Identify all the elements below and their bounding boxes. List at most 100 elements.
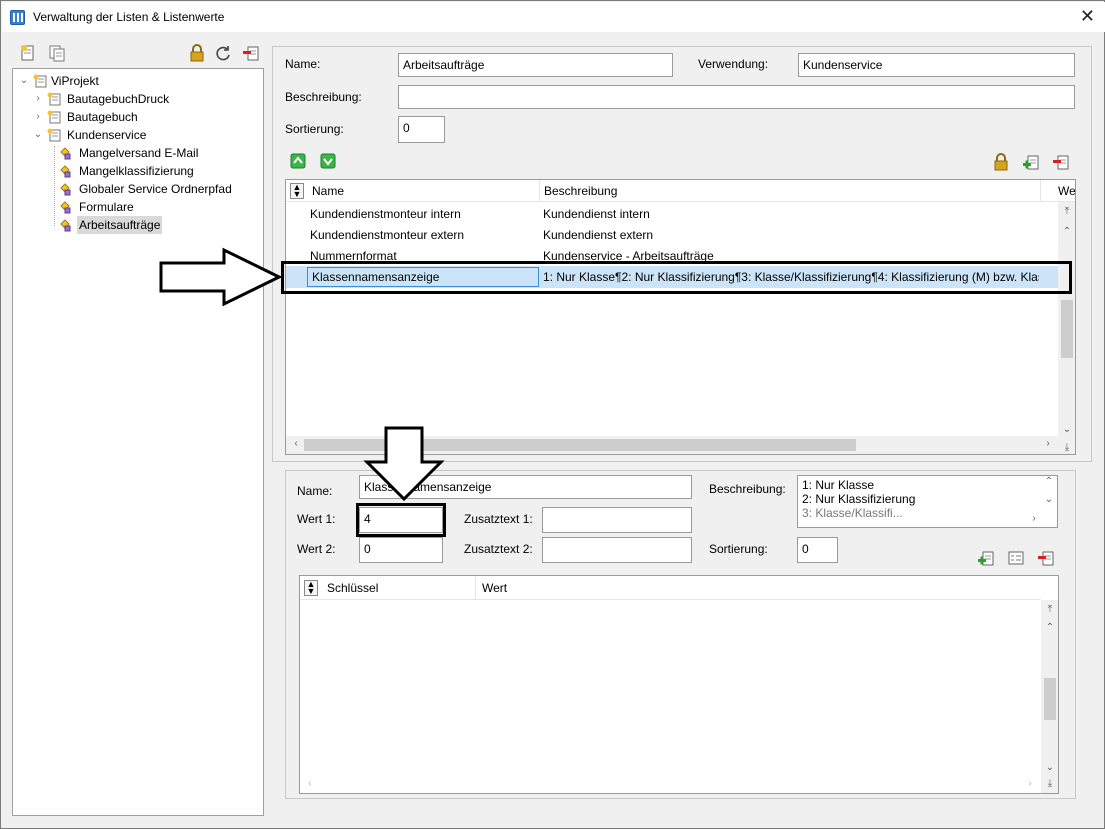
remove-value-icon[interactable]: [1052, 153, 1070, 171]
desc-line: 2: Nur Klassifizierung: [802, 492, 916, 506]
tree-leaf[interactable]: Mangelversand E-Mail: [59, 144, 259, 162]
tree-leaf-label: Formulare: [79, 200, 134, 214]
lock-icon[interactable]: [188, 44, 206, 62]
lock-icon[interactable]: [992, 153, 1010, 171]
tree-leaf-label: Mangelversand E-Mail: [79, 146, 199, 160]
values-grid-vscrollbar[interactable]: ⤒ ⌃ ⌄ ⤓: [1058, 202, 1075, 454]
scroll-bottom-icon[interactable]: ⤓: [1059, 442, 1075, 453]
move-down-icon[interactable]: [320, 153, 336, 169]
wert1-label: Wert 1:: [297, 512, 336, 526]
scroll-right-icon[interactable]: ›: [1040, 438, 1056, 449]
list-folder-icon: [47, 110, 61, 124]
dialog-window: Verwaltung der Listen & Listenwerte ✕ ⌄ …: [0, 0, 1105, 829]
chevron-right-icon[interactable]: ›: [33, 108, 43, 126]
scroll-bottom-icon[interactable]: ⤓: [1042, 778, 1058, 789]
list-desc-input[interactable]: [398, 85, 1075, 109]
list-folder-icon: [47, 92, 61, 106]
usage-label: Verwendung:: [698, 57, 769, 71]
scroll-top-icon[interactable]: ⤒: [1042, 604, 1058, 615]
wert2-input[interactable]: 0: [359, 537, 443, 563]
scroll-up-icon[interactable]: ⌃: [1059, 226, 1075, 237]
edit-key-icon[interactable]: [1007, 549, 1025, 567]
scroll-thumb[interactable]: [1061, 300, 1073, 358]
usage-input[interactable]: Kundenservice: [798, 53, 1075, 77]
key-grid[interactable]: ▲ ▼ Schlüssel Wert ⤒ ⌃ ⌄ ⤓ ‹ ›: [299, 575, 1059, 794]
chevron-down-icon[interactable]: ⌄: [19, 72, 29, 90]
zusatz2-label: Zusatztext 2:: [464, 542, 533, 556]
scroll-down-icon[interactable]: ⌄: [1041, 494, 1057, 505]
refresh-icon[interactable]: [214, 44, 232, 62]
key-grid-hscrollbar[interactable]: ‹ ›: [300, 776, 1041, 793]
scroll-top-icon[interactable]: ⤒: [1059, 206, 1075, 217]
tree-root-label: ViProjekt: [51, 74, 99, 88]
tree-leaf[interactable]: Mangelklassifizierung: [59, 162, 259, 180]
tree-node-label: Kundenservice: [67, 128, 147, 142]
remove-key-icon[interactable]: [1037, 549, 1055, 567]
annotation-arrow-right-icon: [159, 247, 282, 307]
detail-desc-textarea[interactable]: 1: Nur Klasse 2: Nur Klassifizierung 3: …: [797, 475, 1058, 528]
list-item-icon: [60, 147, 71, 160]
column-header-value[interactable]: We: [1054, 180, 1075, 202]
scroll-right-icon[interactable]: ›: [1022, 778, 1038, 789]
close-button[interactable]: ✕: [1080, 6, 1095, 26]
sort-handle-icon[interactable]: ▲ ▼: [290, 183, 304, 199]
add-key-icon[interactable]: [977, 549, 995, 567]
scroll-left-icon[interactable]: ‹: [288, 438, 304, 449]
app-icon: [10, 10, 25, 25]
list-sort-input[interactable]: 0: [398, 116, 445, 143]
tree-connector: [54, 146, 55, 226]
scroll-left-icon[interactable]: ‹: [302, 778, 318, 789]
column-header-key[interactable]: Schlüssel: [323, 576, 476, 600]
sort-handle-icon[interactable]: ▲ ▼: [304, 580, 318, 596]
list-folder-icon: [47, 128, 61, 142]
scroll-thumb[interactable]: [1044, 678, 1056, 720]
move-up-icon[interactable]: [290, 153, 306, 169]
zusatz1-input[interactable]: [542, 507, 692, 533]
detail-desc-label: Beschreibung:: [709, 482, 786, 496]
chevron-down-icon[interactable]: ⌄: [33, 126, 43, 144]
tree-leaf[interactable]: Formulare: [59, 198, 259, 216]
table-cell-name[interactable]: Kundendienstmonteur intern: [306, 204, 538, 224]
tree-leaf[interactable]: Globaler Service Ordnerpfad: [59, 180, 259, 198]
scroll-down-icon[interactable]: ⌄: [1059, 424, 1075, 435]
window-title: Verwaltung der Listen & Listenwerte: [33, 10, 225, 24]
key-grid-vscrollbar[interactable]: ⤒ ⌃ ⌄ ⤓: [1041, 600, 1058, 793]
title-bar: Verwaltung der Listen & Listenwerte ✕: [2, 2, 1105, 32]
add-value-icon[interactable]: [1022, 153, 1040, 171]
list-desc-label: Beschreibung:: [285, 90, 362, 104]
column-header-description[interactable]: Beschreibung: [540, 180, 1041, 202]
table-cell-desc[interactable]: Kundendienst intern: [539, 204, 1039, 224]
scroll-up-icon[interactable]: ⌃: [1042, 622, 1058, 633]
remove-list-icon[interactable]: [242, 44, 260, 62]
chevron-right-icon[interactable]: ›: [33, 90, 43, 108]
column-header-value[interactable]: Wert: [478, 576, 1038, 600]
desc-line: 3: Klasse/Klassifi...: [802, 506, 903, 520]
table-cell-desc[interactable]: Kundendienst extern: [539, 225, 1039, 245]
zusatz1-label: Zusatztext 1:: [464, 512, 533, 526]
tree-node[interactable]: › Bautagebuch: [33, 108, 233, 126]
tree-leaf-selected[interactable]: Arbeitsaufträge: [59, 216, 259, 234]
table-cell-name[interactable]: Kundendienstmonteur extern: [306, 225, 538, 245]
scroll-right-icon[interactable]: ›: [1026, 513, 1042, 524]
detail-sort-input[interactable]: 0: [797, 537, 838, 563]
copy-list-icon[interactable]: [48, 44, 66, 62]
new-list-icon[interactable]: [19, 44, 37, 62]
list-name-input[interactable]: Arbeitsaufträge: [398, 53, 673, 77]
scroll-up-icon[interactable]: ⌃: [1041, 476, 1057, 487]
tree-node-label: Bautagebuch: [67, 110, 138, 124]
key-grid-header: ▲ ▼ Schlüssel Wert: [300, 576, 1041, 600]
list-item-icon: [60, 219, 71, 232]
tree-leaf-label: Mangelklassifizierung: [79, 164, 194, 178]
zusatz2-input[interactable]: [542, 537, 692, 563]
desc-line: 1: Nur Klasse: [802, 478, 875, 492]
annotation-arrow-down-icon: [363, 426, 445, 502]
column-header-name[interactable]: Name: [308, 180, 540, 202]
list-item-icon: [60, 183, 71, 196]
scroll-down-icon[interactable]: ⌄: [1042, 762, 1058, 773]
tree-node[interactable]: › BautagebuchDruck: [33, 90, 233, 108]
tree-node[interactable]: ⌄ Kundenservice: [33, 126, 233, 144]
values-grid[interactable]: ▲ ▼ Name Beschreibung We Kundendienstmont…: [285, 179, 1076, 455]
list-tree[interactable]: ⌄ ViProjekt › BautagebuchDruck › Bautage…: [12, 68, 264, 816]
tree-leaf-label: Globaler Service Ordnerpfad: [79, 182, 232, 196]
tree-root[interactable]: ⌄ ViProjekt: [19, 72, 219, 90]
